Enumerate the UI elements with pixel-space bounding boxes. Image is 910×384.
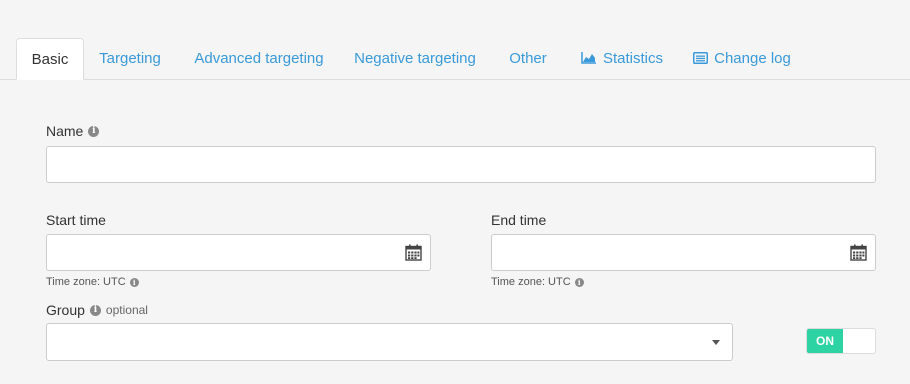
calendar-icon[interactable] (850, 244, 867, 266)
tab-other[interactable]: Other (496, 38, 560, 78)
start-timezone-text: Time zone: UTC (46, 276, 126, 288)
end-timezone-hint: Time zone: UTC i (491, 276, 584, 288)
optional-label: optional (105, 303, 148, 317)
chevron-down-icon[interactable] (712, 340, 720, 345)
info-icon[interactable]: i (129, 277, 139, 287)
area-chart-icon (581, 52, 597, 64)
group-label: Group i optional (46, 302, 148, 318)
tab-basic[interactable]: Basic (16, 38, 84, 80)
tab-advanced-targeting-label: Advanced targeting (194, 49, 324, 67)
tab-targeting-label: Targeting (99, 49, 161, 67)
info-icon[interactable]: i (89, 304, 101, 316)
info-icon[interactable]: i (88, 125, 100, 137)
status-toggle[interactable]: ON (806, 328, 876, 354)
end-timezone-text: Time zone: UTC (491, 276, 571, 288)
tab-negative-targeting[interactable]: Negative targeting (344, 38, 486, 78)
tab-targeting[interactable]: Targeting (88, 38, 172, 78)
start-time-label: Start time (46, 212, 106, 228)
end-time-label: End time (491, 212, 546, 228)
tab-advanced-targeting[interactable]: Advanced targeting (180, 38, 338, 78)
group-label-text: Group (46, 302, 85, 318)
tab-statistics[interactable]: Statistics (572, 38, 672, 78)
name-label: Name i (46, 123, 100, 139)
tab-bar: Basic Targeting Advanced targeting Negat… (0, 0, 910, 80)
info-icon[interactable]: i (574, 277, 584, 287)
tab-statistics-label: Statistics (602, 49, 663, 67)
end-time-label-text: End time (491, 212, 547, 228)
end-time-input[interactable] (491, 234, 876, 271)
tab-change-log-label: Change log (714, 49, 791, 67)
tab-other-label: Other (509, 49, 547, 67)
group-select[interactable] (46, 323, 733, 361)
list-icon (693, 52, 709, 64)
start-time-label-text: Start time (46, 212, 106, 228)
tab-change-log[interactable]: Change log (684, 38, 800, 78)
calendar-icon[interactable] (405, 244, 422, 266)
toggle-on-label: ON (807, 329, 843, 353)
start-timezone-hint: Time zone: UTC i (46, 276, 139, 288)
start-time-input[interactable] (46, 234, 431, 271)
tab-basic-label: Basic (31, 50, 69, 68)
name-input[interactable] (46, 146, 876, 183)
name-label-text: Name (46, 123, 84, 139)
tab-negative-targeting-label: Negative targeting (354, 49, 476, 67)
